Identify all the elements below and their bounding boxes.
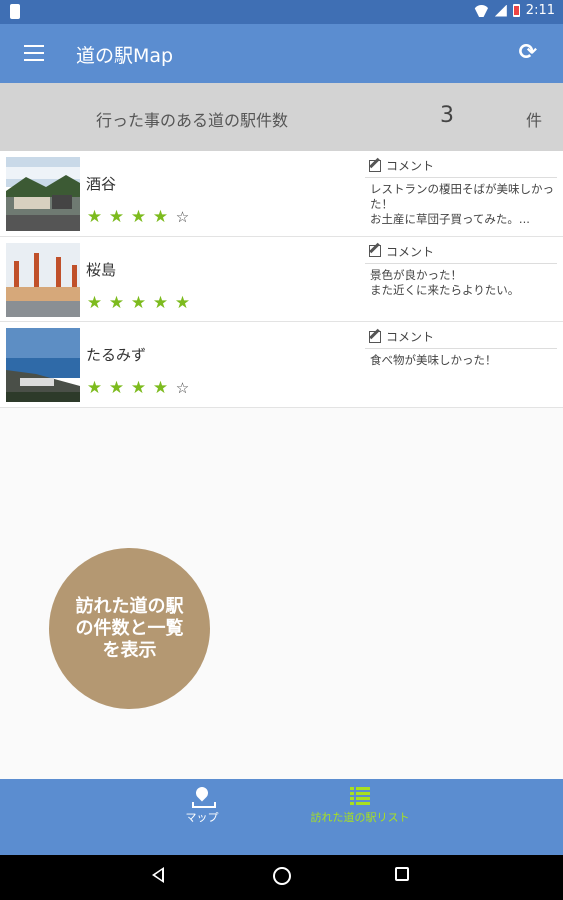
station-photo — [6, 328, 80, 402]
star-filled-icon[interactable]: ★ — [130, 294, 147, 312]
comment-box[interactable]: コメント レストランの榎田そばが美味しかった！ お土産に草団子買ってみた。... — [365, 157, 557, 227]
comment-text: 食べ物が美味しかった！ — [370, 353, 497, 367]
nav-visited-list[interactable]: 訪れた道の駅リスト — [290, 787, 430, 825]
comment-box[interactable]: コメント 食べ物が美味しかった！ — [365, 328, 557, 368]
visit-count-unit: 件 — [526, 111, 543, 130]
rating-stars[interactable]: ★ ★ ★ ★ ☆ — [86, 380, 191, 397]
station-photo — [6, 157, 80, 231]
star-filled-icon[interactable]: ★ — [86, 209, 103, 226]
station-row[interactable]: たるみず ★ ★ ★ ★ ☆ コメント 食べ物が美味しかった！ — [0, 322, 563, 408]
nav-map-label: マップ — [185, 811, 219, 824]
edit-icon — [369, 159, 381, 172]
star-filled-icon[interactable]: ★ — [86, 380, 103, 397]
visit-count-label: 行った事のある道の駅件数 — [96, 111, 289, 130]
comment-box[interactable]: コメント 景色が良かった！ また近くに来たらよりたい。 — [365, 243, 557, 298]
comment-text: 景色が良かった！ また近くに来たらよりたい。 — [370, 267, 520, 297]
station-list: 酒谷 ★ ★ ★ ★ ☆ コメント レストランの榎田そばが美味しかった！ お土産… — [0, 151, 563, 408]
callout-text: 訪れた道の駅 の件数と一覧 を表示 — [75, 595, 184, 661]
signal-icon — [494, 4, 507, 17]
star-filled-icon[interactable]: ★ — [130, 209, 147, 226]
star-filled-icon[interactable]: ★ — [108, 380, 125, 397]
sim-card-icon — [10, 4, 20, 19]
callout-bubble: 訪れた道の駅 の件数と一覧 を表示 — [49, 548, 210, 709]
edit-icon — [369, 330, 381, 343]
back-icon[interactable] — [152, 867, 164, 883]
refresh-icon[interactable]: ⟳ — [519, 41, 537, 65]
comment-header: コメント — [386, 330, 435, 344]
star-filled-icon[interactable]: ★ — [152, 294, 169, 312]
rating-stars[interactable]: ★ ★ ★ ★ ★ — [86, 294, 191, 312]
wifi-icon — [474, 5, 489, 17]
app-title: 道の駅Map — [76, 45, 174, 67]
star-empty-icon[interactable]: ☆ — [174, 380, 191, 397]
system-nav-bar — [0, 855, 563, 900]
star-filled-icon[interactable]: ★ — [152, 209, 169, 226]
battery-icon — [512, 4, 520, 17]
comment-header: コメント — [386, 244, 435, 259]
rating-stars[interactable]: ★ ★ ★ ★ ☆ — [86, 209, 191, 226]
recent-apps-icon[interactable] — [395, 867, 409, 881]
star-filled-icon[interactable]: ★ — [108, 209, 125, 226]
station-row[interactable]: 桜島 ★ ★ ★ ★ ★ コメント 景色が良かった！ また近くに来たらよりたい。 — [0, 236, 563, 322]
bottom-nav: マップ 訪れた道の駅リスト — [0, 779, 563, 855]
station-name: 桜島 — [86, 260, 117, 279]
app-bar: 道の駅Map ⟳ — [0, 24, 563, 83]
comment-text: レストランの榎田そばが美味しかった！ お土産に草団子買ってみた。... — [370, 182, 554, 226]
star-filled-icon[interactable]: ★ — [152, 380, 169, 397]
station-photo — [6, 242, 80, 317]
star-filled-icon[interactable]: ★ — [86, 294, 103, 312]
edit-icon — [369, 245, 381, 257]
comment-header: コメント — [386, 159, 435, 173]
list-icon — [350, 787, 370, 807]
status-time: 2:11 — [525, 3, 555, 18]
station-name: たるみず — [86, 346, 147, 364]
home-icon[interactable] — [273, 867, 291, 885]
nav-map[interactable]: マップ — [172, 787, 232, 825]
nav-visited-list-label: 訪れた道の駅リスト — [310, 811, 410, 824]
station-row[interactable]: 酒谷 ★ ★ ★ ★ ☆ コメント レストランの榎田そばが美味しかった！ お土産… — [0, 151, 563, 237]
star-filled-icon[interactable]: ★ — [130, 380, 147, 397]
map-pin-icon — [192, 787, 216, 808]
visit-count-bar: 行った事のある道の駅件数 3 件 — [0, 83, 563, 151]
menu-icon[interactable] — [24, 45, 44, 61]
star-filled-icon[interactable]: ★ — [174, 294, 191, 312]
star-filled-icon[interactable]: ★ — [108, 294, 125, 312]
status-bar: 2:11 — [0, 0, 563, 24]
star-empty-icon[interactable]: ☆ — [174, 209, 191, 226]
station-name: 酒谷 — [86, 175, 117, 193]
visit-count-value: 3 — [440, 103, 454, 128]
